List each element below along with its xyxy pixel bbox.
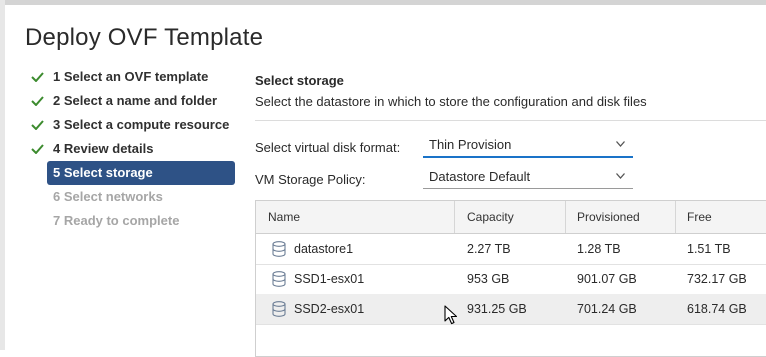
step-label: 7 Ready to complete (53, 213, 180, 228)
database-icon (272, 241, 286, 257)
mouse-cursor-icon (444, 305, 458, 325)
step-select-name-folder[interactable]: 2 Select a name and folder (29, 89, 243, 113)
step-label: 6 Select networks (53, 189, 163, 204)
chevron-down-icon (616, 141, 625, 147)
datastore-capacity: 953 GB (467, 272, 510, 286)
database-icon (272, 271, 286, 287)
checkmark-icon (31, 72, 44, 82)
disk-format-select[interactable]: Thin Provision (423, 134, 633, 158)
chevron-down-icon (616, 173, 625, 179)
column-divider[interactable] (565, 201, 566, 233)
disk-format-label: Select virtual disk format: (255, 140, 401, 155)
datastore-free: 1.51 TB (687, 242, 731, 256)
checkmark-icon (31, 120, 44, 130)
section-description: Select the datastore in which to store t… (255, 94, 647, 109)
datastore-provisioned: 701.24 GB (577, 302, 637, 316)
datastore-free: 732.17 GB (687, 272, 747, 286)
table-row[interactable]: SSD2-esx01 931.25 GB 701.24 GB 618.74 GB (256, 294, 766, 325)
step-label: 3 Select a compute resource (53, 117, 230, 132)
deploy-ovf-dialog: Deploy OVF Template 1 Select an OVF temp… (5, 5, 766, 357)
datastore-name: datastore1 (294, 242, 354, 256)
step-select-storage[interactable]: 5 Select storage (47, 161, 235, 185)
step-select-networks: 6 Select networks (29, 185, 243, 209)
step-label: 5 Select storage (53, 165, 153, 180)
column-divider[interactable] (675, 201, 676, 233)
column-divider[interactable] (454, 201, 455, 233)
storage-policy-value: Datastore Default (429, 169, 531, 184)
column-header-name[interactable]: Name (268, 201, 300, 233)
step-select-compute-resource[interactable]: 3 Select a compute resource (29, 113, 243, 137)
datastore-free: 618.74 GB (687, 302, 747, 316)
datastore-capacity: 931.25 GB (467, 302, 527, 316)
datastore-table: Name Capacity Provisioned Free datastore… (255, 200, 766, 357)
table-row[interactable]: datastore1 2.27 TB 1.28 TB 1.51 TB (256, 234, 766, 265)
step-select-ovf-template[interactable]: 1 Select an OVF template (29, 65, 243, 89)
table-row[interactable]: SSD1-esx01 953 GB 901.07 GB 732.17 GB (256, 264, 766, 295)
datastore-name: SSD1-esx01 (294, 272, 365, 286)
datastore-provisioned: 901.07 GB (577, 272, 637, 286)
database-icon (272, 301, 286, 317)
step-label: 4 Review details (53, 141, 154, 156)
step-label: 2 Select a name and folder (53, 93, 218, 108)
column-header-provisioned[interactable]: Provisioned (577, 201, 640, 233)
datastore-provisioned: 1.28 TB (577, 242, 621, 256)
dialog-title: Deploy OVF Template (25, 24, 264, 51)
step-ready-to-complete: 7 Ready to complete (29, 209, 243, 233)
divider (255, 120, 766, 121)
disk-format-value: Thin Provision (429, 137, 512, 152)
wizard-steps: 1 Select an OVF template 2 Select a name… (29, 65, 243, 233)
storage-policy-select[interactable]: Datastore Default (423, 166, 633, 189)
table-header: Name Capacity Provisioned Free (256, 201, 766, 234)
datastore-capacity: 2.27 TB (467, 242, 511, 256)
datastore-name: SSD2-esx01 (294, 302, 365, 316)
checkmark-icon (31, 144, 44, 154)
step-label: 1 Select an OVF template (53, 69, 209, 84)
step-review-details[interactable]: 4 Review details (29, 137, 243, 161)
checkmark-icon (31, 96, 44, 106)
column-header-free[interactable]: Free (687, 201, 712, 233)
storage-policy-label: VM Storage Policy: (255, 172, 366, 187)
section-title: Select storage (255, 73, 344, 88)
column-header-capacity[interactable]: Capacity (467, 201, 514, 233)
